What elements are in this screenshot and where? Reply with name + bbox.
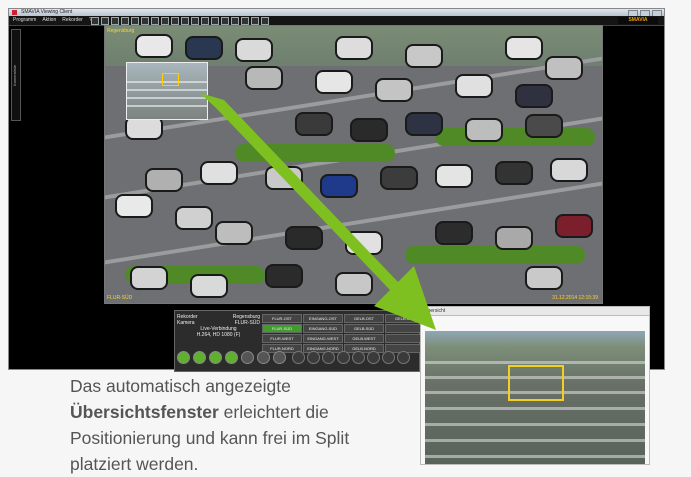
caption-line-3: Positionierung und kann frei im Split [70, 428, 350, 448]
caption: Das automatisch angezeigte Übersichtsfen… [70, 373, 400, 477]
caption-line-2-rest: erleichtert die [218, 402, 329, 422]
arrow-shape [200, 93, 436, 330]
caption-line-1: Das automatisch angezeigte [70, 376, 291, 396]
caption-line-2: Übersichtsfenster erleichtert die [70, 399, 400, 425]
caption-line-4: platziert werden. [70, 454, 199, 474]
caption-bold-term: Übersichtsfenster [70, 402, 219, 422]
